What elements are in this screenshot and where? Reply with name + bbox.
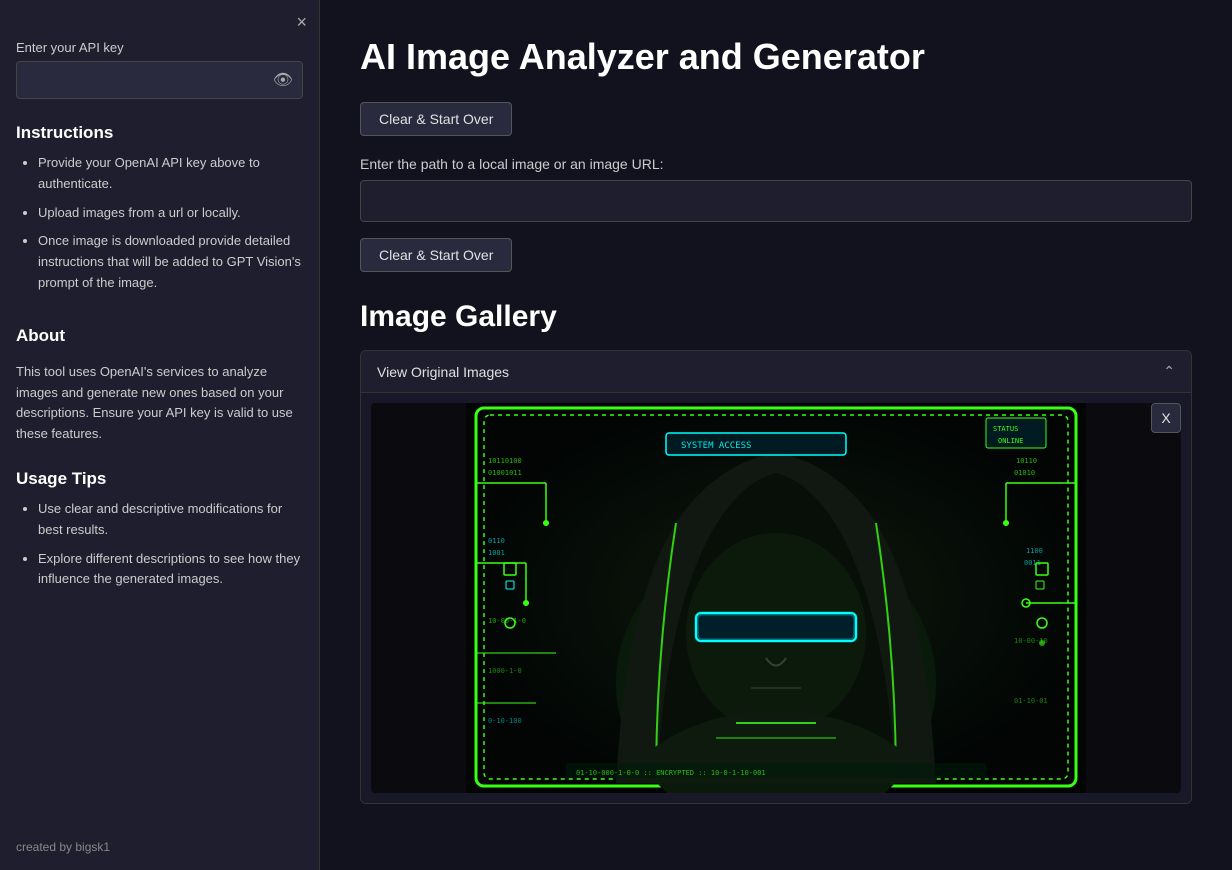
image-path-label: Enter the path to a local image or an im… [360,156,1192,172]
usage-tips-title: Usage Tips [16,469,303,489]
instructions-title: Instructions [16,123,303,143]
main-content: AI Image Analyzer and Generator Clear & … [320,0,1232,870]
svg-text:01-10-01: 01-10-01 [1014,697,1048,705]
svg-text:SYSTEM ACCESS: SYSTEM ACCESS [681,441,751,451]
hacker-image-wrapper: 10110100 01001011 0110 1001 10-00-1-0 10… [371,403,1181,793]
close-icon: × [296,12,307,32]
svg-text:01-10-000-1-0-0 :: ENCRYPTED :: 01-10-000-1-0-0 :: ENCRYPTED :: 10-0-1-1… [576,769,766,777]
svg-text:1100: 1100 [1026,547,1043,555]
image-url-input[interactable] [360,180,1192,222]
svg-text:1000-1-0: 1000-1-0 [488,667,522,675]
gallery-panel: View Original Images ⌃ X [360,350,1192,804]
clear-start-over-button-bottom[interactable]: Clear & Start Over [360,238,512,272]
close-button[interactable]: × [296,12,307,33]
created-by: created by bigsk1 [16,820,303,854]
about-title: About [16,326,303,346]
usage-tips-list: Use clear and descriptive modifications … [16,499,303,598]
image-gallery-title: Image Gallery [360,300,1192,334]
eye-icon[interactable]: 👁 [273,70,293,90]
hacker-image-svg: 10110100 01001011 0110 1001 10-00-1-0 10… [466,403,1086,793]
svg-text:0110: 0110 [488,537,505,545]
usage-tip-item-1: Use clear and descriptive modifications … [38,499,303,541]
instruction-item-3: Once image is downloaded provide detaile… [38,231,303,293]
svg-text:STATUS: STATUS [993,425,1018,433]
usage-tip-item-2: Explore different descriptions to see ho… [38,549,303,591]
clear-start-over-button-top[interactable]: Clear & Start Over [360,102,512,136]
chevron-up-icon: ⌃ [1163,363,1175,380]
gallery-header[interactable]: View Original Images ⌃ [361,351,1191,393]
instructions-list: Provide your OpenAI API key above to aut… [16,153,303,302]
gallery-body: X [361,393,1191,803]
api-key-wrapper: 👁 [16,61,303,99]
svg-text:01010: 01010 [1014,469,1035,477]
api-key-input[interactable] [16,61,303,99]
svg-text:1001: 1001 [488,549,505,557]
svg-text:ONLINE: ONLINE [998,437,1023,445]
gallery-header-label: View Original Images [377,364,509,380]
svg-text:10110100: 10110100 [488,457,522,465]
close-image-button[interactable]: X [1151,403,1181,433]
instruction-item-2: Upload images from a url or locally. [38,203,303,224]
page-title: AI Image Analyzer and Generator [360,36,1192,78]
svg-text:10110: 10110 [1016,457,1037,465]
svg-text:0-10-100: 0-10-100 [488,717,522,725]
sidebar: × Enter your API key 👁 Instructions Prov… [0,0,320,870]
api-key-label: Enter your API key [16,40,303,55]
about-text: This tool uses OpenAI's services to anal… [16,362,303,445]
svg-text:01001011: 01001011 [488,469,522,477]
instruction-item-1: Provide your OpenAI API key above to aut… [38,153,303,195]
